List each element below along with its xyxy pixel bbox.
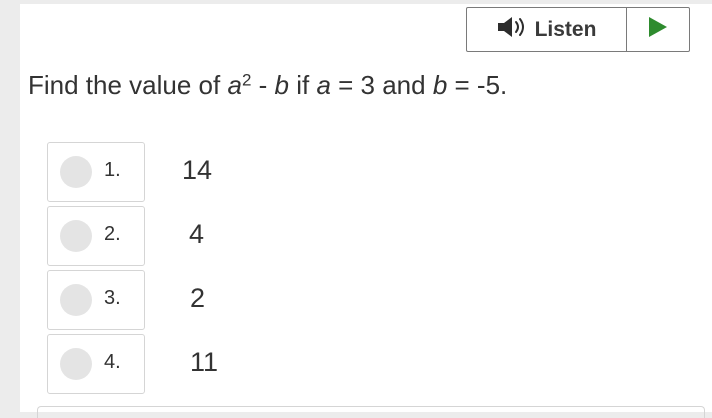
audio-controls: Listen xyxy=(466,7,690,52)
play-button[interactable] xyxy=(627,8,689,51)
option-number: 4. xyxy=(104,351,121,373)
listen-button[interactable]: Listen xyxy=(467,8,627,51)
play-icon xyxy=(648,16,668,43)
radio-button[interactable] xyxy=(60,348,92,380)
option-number: 2. xyxy=(104,223,121,245)
answer-option-3[interactable]: 3. xyxy=(47,270,145,330)
radio-button[interactable] xyxy=(60,156,92,188)
option-value: 11 xyxy=(190,347,219,377)
question-text: Find the value of a2 - b if a = 3 and b … xyxy=(28,70,508,100)
next-panel-edge xyxy=(37,406,705,418)
answer-option-4[interactable]: 4. xyxy=(47,334,145,394)
radio-button[interactable] xyxy=(60,284,92,316)
speaker-icon xyxy=(497,16,527,43)
option-number: 1. xyxy=(104,159,121,181)
option-value: 2 xyxy=(190,283,206,313)
option-value: 4 xyxy=(189,219,205,249)
answer-option-1[interactable]: 1. xyxy=(47,142,145,202)
radio-button[interactable] xyxy=(60,220,92,252)
option-number: 3. xyxy=(104,287,121,309)
question-card: Listen Find the value of a2 - b if a = 3… xyxy=(20,4,712,418)
listen-label: Listen xyxy=(534,17,597,41)
option-value: 14 xyxy=(182,155,213,185)
answer-option-2[interactable]: 2. xyxy=(47,206,145,266)
